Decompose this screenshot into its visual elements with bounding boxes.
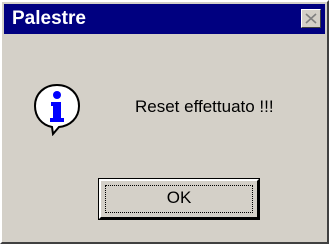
ok-button[interactable]: OK [98, 178, 260, 220]
close-icon [305, 13, 317, 24]
title-bar[interactable]: Palestre [4, 4, 325, 34]
ok-button-label: OK [166, 188, 192, 207]
close-button[interactable] [301, 9, 321, 28]
info-icon [33, 83, 81, 136]
message-dialog: Palestre Reset effettuato !!! OK [0, 0, 329, 244]
window-title: Palestre [12, 8, 86, 29]
message-text: Reset effettuato !!! [135, 97, 274, 116]
